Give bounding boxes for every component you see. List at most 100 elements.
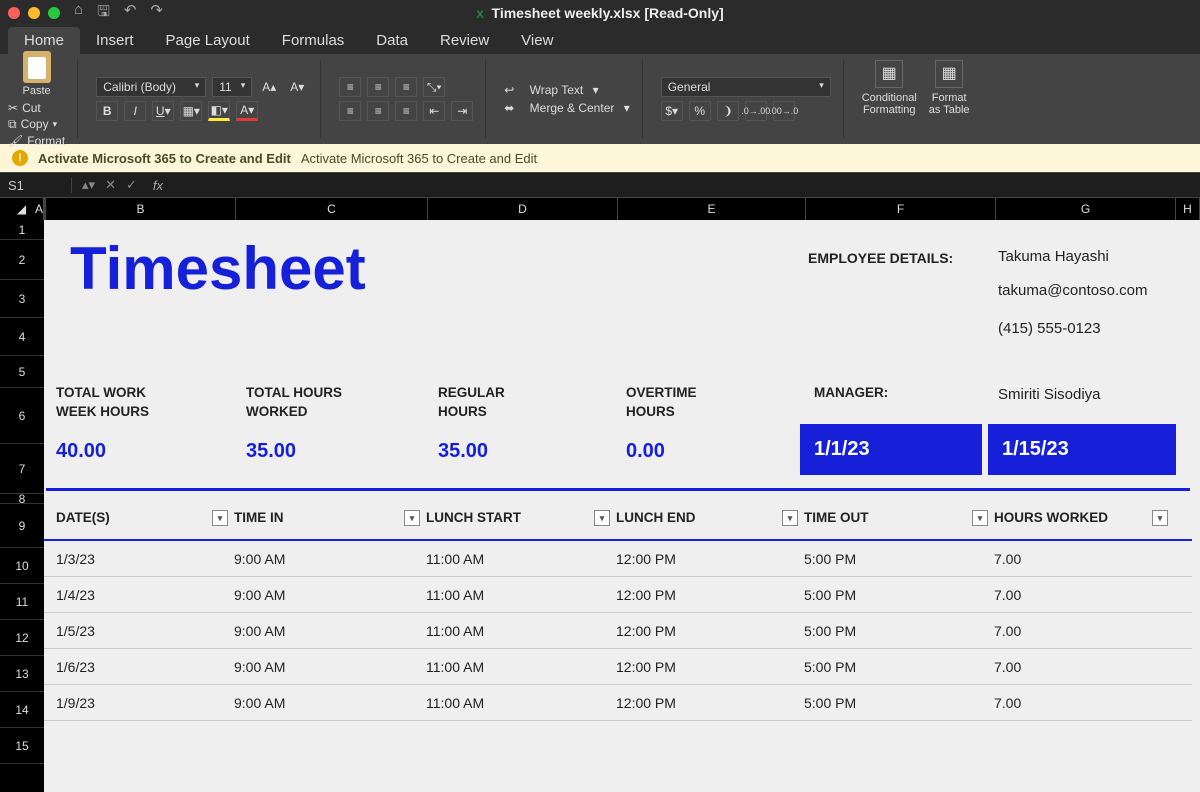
tab-review[interactable]: Review [424, 27, 505, 54]
cut-button[interactable]: ✂Cut [8, 101, 65, 115]
table-row[interactable]: 1/6/239:00 AM11:00 AM12:00 PM5:00 PM7.00 [44, 650, 1192, 685]
table-row[interactable]: 1/4/239:00 AM11:00 AM12:00 PM5:00 PM7.00 [44, 578, 1192, 613]
decrease-font-icon[interactable]: A▾ [286, 77, 308, 97]
decrease-decimal-icon[interactable]: .00→.0 [773, 101, 795, 121]
maximize-window-icon[interactable] [48, 7, 60, 19]
row-header[interactable]: 3 [0, 280, 44, 318]
align-bottom-icon[interactable]: ≡ [395, 77, 417, 97]
align-top-icon[interactable]: ≡ [339, 77, 361, 97]
increase-indent-icon[interactable]: ⇥ [451, 101, 473, 121]
format-painter-button[interactable]: 🖌Format [8, 134, 65, 148]
minimize-window-icon[interactable] [28, 7, 40, 19]
comma-icon[interactable]: ❩ [717, 101, 739, 121]
table-row[interactable]: 1/5/239:00 AM11:00 AM12:00 PM5:00 PM7.00 [44, 614, 1192, 649]
cell[interactable]: 7.00 [994, 551, 1174, 567]
col-header-e[interactable]: E [618, 198, 806, 220]
cell[interactable]: 11:00 AM [426, 551, 616, 567]
cell[interactable]: 1/5/23 [44, 623, 234, 639]
cell[interactable]: 9:00 AM [234, 587, 426, 603]
format-as-table-button[interactable]: ▦ Format as Table [929, 60, 970, 138]
cell[interactable]: 7.00 [994, 623, 1174, 639]
cell[interactable]: 9:00 AM [234, 695, 426, 711]
row-header[interactable]: 2 [0, 240, 44, 280]
cell[interactable]: 7.00 [994, 659, 1174, 675]
redo-icon[interactable]: ↷ [150, 1, 163, 26]
row-header[interactable]: 8 [0, 494, 44, 504]
increase-font-icon[interactable]: A▴ [258, 77, 280, 97]
filter-icon[interactable]: ▾ [594, 510, 610, 526]
tab-data[interactable]: Data [360, 27, 424, 54]
col-header-h[interactable]: H [1176, 198, 1200, 220]
row-header[interactable]: 4 [0, 318, 44, 356]
sheet-content[interactable]: Timesheet EMPLOYEE DETAILS: Takuma Hayas… [44, 220, 1200, 792]
filter-icon[interactable]: ▾ [972, 510, 988, 526]
row-header[interactable]: 11 [0, 584, 44, 620]
col-header-b[interactable]: B [46, 198, 236, 220]
copy-button[interactable]: ⧉Copy ▾ [8, 117, 65, 132]
cell[interactable]: 11:00 AM [426, 587, 616, 603]
col-header-c[interactable]: C [236, 198, 428, 220]
cell[interactable]: 5:00 PM [804, 695, 994, 711]
cell[interactable]: 9:00 AM [234, 551, 426, 567]
row-header[interactable]: 15 [0, 728, 44, 764]
tab-insert[interactable]: Insert [80, 27, 150, 54]
cell[interactable]: 9:00 AM [234, 623, 426, 639]
filter-icon[interactable]: ▾ [212, 510, 228, 526]
cell[interactable]: 5:00 PM [804, 587, 994, 603]
cell[interactable]: 5:00 PM [804, 551, 994, 567]
cell[interactable]: 11:00 AM [426, 695, 616, 711]
align-center-icon[interactable]: ≡ [367, 101, 389, 121]
merge-center-button[interactable]: ⬌ Merge & Center ▾ [504, 101, 629, 115]
home-icon[interactable]: ⌂ [74, 1, 83, 26]
percent-icon[interactable]: % [689, 101, 711, 121]
cell[interactable]: 11:00 AM [426, 659, 616, 675]
sort-icon[interactable]: ▴▾ [82, 177, 95, 193]
align-right-icon[interactable]: ≡ [395, 101, 417, 121]
cell[interactable]: 12:00 PM [616, 587, 804, 603]
cell[interactable]: 7.00 [994, 695, 1174, 711]
fill-color-button[interactable]: ◧▾ [208, 101, 230, 121]
cell[interactable]: 5:00 PM [804, 659, 994, 675]
cell[interactable]: 12:00 PM [616, 659, 804, 675]
undo-icon[interactable]: ↶ [124, 1, 137, 26]
align-middle-icon[interactable]: ≡ [367, 77, 389, 97]
cell[interactable]: 1/3/23 [44, 551, 234, 567]
orientation-icon[interactable]: ⤡▾ [423, 77, 445, 97]
row-header[interactable]: 6 [0, 388, 44, 444]
row-header[interactable]: 12 [0, 620, 44, 656]
col-header-g[interactable]: G [996, 198, 1176, 220]
cancel-icon[interactable]: ✕ [105, 177, 116, 193]
name-box[interactable]: S1 [0, 178, 72, 193]
currency-icon[interactable]: $▾ [661, 101, 683, 121]
bold-button[interactable]: B [96, 101, 118, 121]
cell[interactable]: 1/9/23 [44, 695, 234, 711]
cell[interactable]: 12:00 PM [616, 551, 804, 567]
row-header[interactable]: 5 [0, 356, 44, 388]
font-color-button[interactable]: A▾ [236, 101, 258, 121]
filter-icon[interactable]: ▾ [404, 510, 420, 526]
cell[interactable]: 11:00 AM [426, 623, 616, 639]
confirm-icon[interactable]: ✓ [126, 177, 137, 193]
conditional-formatting-button[interactable]: ▦ Conditional Formatting [862, 60, 917, 138]
cell[interactable]: 7.00 [994, 587, 1174, 603]
wrap-text-button[interactable]: ↩ Wrap Text ▾ [504, 83, 629, 97]
table-row[interactable]: 1/9/239:00 AM11:00 AM12:00 PM5:00 PM7.00 [44, 686, 1192, 721]
align-left-icon[interactable]: ≡ [339, 101, 361, 121]
increase-decimal-icon[interactable]: .0→.00 [745, 101, 767, 121]
row-header[interactable]: 10 [0, 548, 44, 584]
row-header[interactable]: 1 [0, 220, 44, 240]
font-size-select[interactable]: 11 ▾ [212, 77, 252, 97]
row-header[interactable]: 14 [0, 692, 44, 728]
tab-formulas[interactable]: Formulas [266, 27, 361, 54]
close-window-icon[interactable] [8, 7, 20, 19]
cell[interactable]: 9:00 AM [234, 659, 426, 675]
font-name-select[interactable]: Calibri (Body) ▾ [96, 77, 206, 97]
cell[interactable]: 12:00 PM [616, 623, 804, 639]
paste-button[interactable]: Paste [23, 51, 51, 97]
tab-view[interactable]: View [505, 27, 569, 54]
col-header-f[interactable]: F [806, 198, 996, 220]
border-button[interactable]: ▦▾ [180, 101, 202, 121]
filter-icon[interactable]: ▾ [1152, 510, 1168, 526]
cell[interactable]: 1/4/23 [44, 587, 234, 603]
fx-icon[interactable]: fx [147, 178, 169, 193]
